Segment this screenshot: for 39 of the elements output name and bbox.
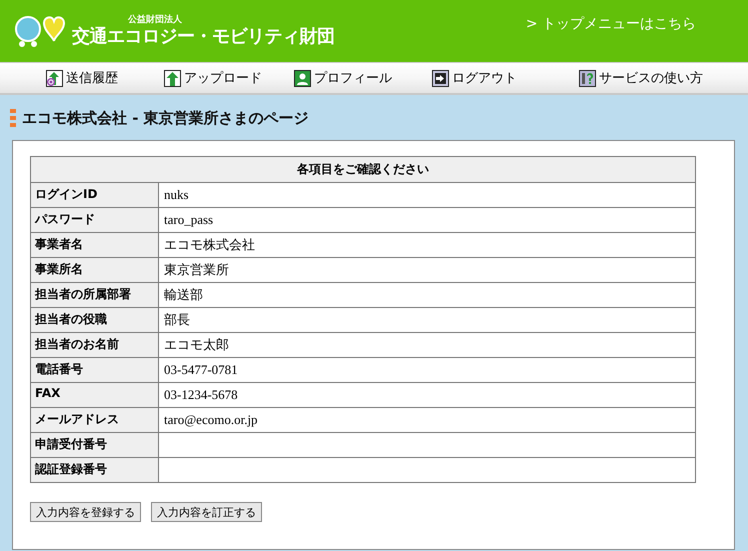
field-label: 事業所名 (30, 258, 158, 282)
field-label: 担当者のお名前 (30, 332, 158, 358)
nav-item[interactable]: ログアウト (432, 69, 517, 87)
field-value: 03-5477-0781 (158, 358, 696, 382)
field-label: 担当者の所属部署 (30, 282, 158, 308)
field-label: ログインID (30, 182, 158, 208)
field-value: 部長 (158, 308, 696, 332)
field-label: 申請受付番号 (30, 432, 158, 458)
field-label: パスワード (30, 208, 158, 232)
nav-item[interactable]: サービスの使い方 (579, 69, 703, 87)
logo-icon (14, 13, 68, 49)
user-icon (294, 70, 311, 86)
field-label: 事業者名 (30, 232, 158, 258)
nav-item[interactable]: アップロード (164, 69, 262, 87)
register-button[interactable]: 入力内容を登録する (30, 502, 141, 522)
field-label: 電話番号 (30, 358, 158, 382)
nav-item[interactable]: プロフィール (294, 69, 392, 87)
field-value: 東京営業所 (158, 258, 696, 282)
field-value: taro_pass (158, 208, 696, 232)
correct-button[interactable]: 入力内容を訂正する (151, 502, 262, 522)
table-caption: 各項目をご確認ください (30, 156, 696, 182)
field-value: 03-1234-5678 (158, 382, 696, 408)
organization-type: 公益財団法人 (128, 14, 183, 26)
field-label: メールアドレス (30, 408, 158, 432)
upload-icon (164, 70, 181, 86)
exit-door-icon (432, 70, 449, 86)
field-value: エコモ太郎 (158, 332, 696, 358)
organization-name: 交通エコロジー・モビリティ財団 (72, 26, 334, 48)
help-icon (579, 70, 596, 86)
field-value: エコモ株式会社 (158, 232, 696, 258)
field-value: nuks (158, 182, 696, 208)
field-label: FAX (30, 382, 158, 408)
page-title: エコモ株式会社 - 東京営業所さまのページ (22, 108, 309, 128)
nav-item[interactable]: 送信履歴 (46, 69, 118, 87)
field-value: 輸送部 (158, 282, 696, 308)
field-value: taro@ecomo.or.jp (158, 408, 696, 432)
field-label: 担当者の役職 (30, 308, 158, 332)
title-marker-icon (10, 109, 16, 127)
field-label: 認証登録番号 (30, 458, 158, 482)
